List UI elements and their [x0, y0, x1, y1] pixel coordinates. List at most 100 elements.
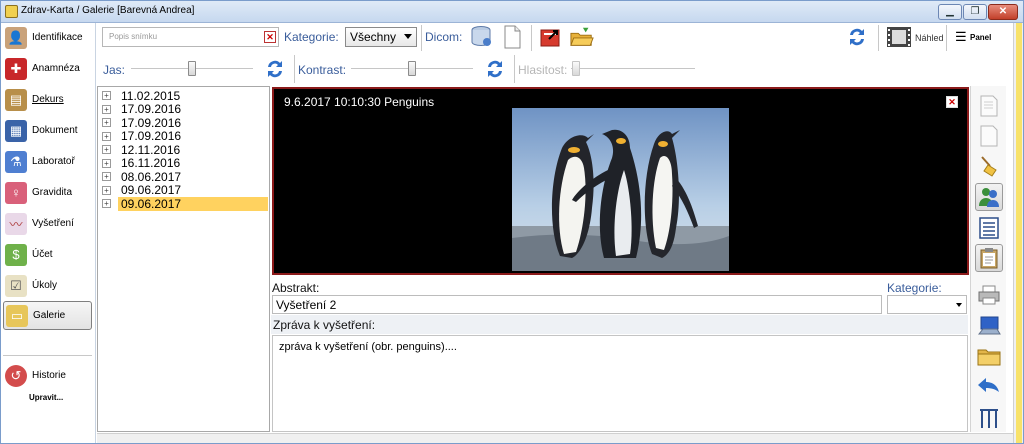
- status-bar: [97, 433, 1013, 443]
- expand-icon[interactable]: +: [102, 131, 111, 141]
- sidebar: 👤 Identifikace ✚ Anamnéza ▤ Dekurs ▦ Dok…: [1, 23, 96, 443]
- sidebar-item-label: Galerie: [33, 310, 66, 321]
- expand-icon[interactable]: +: [102, 145, 111, 154]
- open-folder-icon[interactable]: [570, 25, 594, 49]
- minimize-button[interactable]: ▁: [938, 4, 962, 20]
- app-window: Zdrav-Karta / Galerie [Barevná Andrea] ▁…: [0, 0, 1024, 444]
- tree-node[interactable]: +16.11.2016: [102, 156, 183, 170]
- tree-node[interactable]: +17.09.2016: [102, 102, 184, 116]
- tree-node-selected[interactable]: +09.06.2017: [102, 196, 268, 211]
- dekurs-icon: ▤: [5, 88, 27, 111]
- note-icon[interactable]: [975, 92, 1003, 120]
- sidebar-item-dokument[interactable]: ▦ Dokument: [3, 116, 92, 145]
- pregnancy-icon: ♀: [5, 181, 27, 204]
- sidebar-item-label: Gravidita: [32, 187, 73, 198]
- side-splitter[interactable]: [1013, 23, 1023, 443]
- sidebar-item-vysetreni[interactable]: 〰 Vyšetření: [3, 209, 92, 238]
- refresh-icon[interactable]: [846, 26, 868, 48]
- preview-label[interactable]: Náhled: [915, 33, 944, 43]
- tree-node-label: 09.06.2017: [118, 196, 268, 211]
- sidebar-item-galerie[interactable]: ▭ Galerie: [3, 301, 92, 330]
- sidebar-item-ucet[interactable]: $ Účet: [3, 240, 92, 269]
- category-select[interactable]: Všechny: [345, 27, 417, 47]
- abstract-field[interactable]: Vyšetření 2: [272, 295, 882, 314]
- expand-icon[interactable]: +: [102, 199, 111, 208]
- restore-button[interactable]: ❐: [963, 4, 987, 20]
- computer-icon[interactable]: [975, 312, 1003, 340]
- menu-icon[interactable]: ☰: [955, 29, 967, 45]
- tree-node[interactable]: +08.06.2017: [102, 169, 184, 184]
- slider-thumb[interactable]: [188, 61, 196, 76]
- expand-icon[interactable]: +: [102, 158, 111, 168]
- sidebar-item-ukoly[interactable]: ☑ Úkoly: [3, 271, 92, 300]
- columns-icon[interactable]: [975, 404, 1003, 432]
- close-image-icon[interactable]: ✕: [946, 96, 958, 108]
- title-bar: Zdrav-Karta / Galerie [Barevná Andrea] ▁…: [1, 1, 1023, 23]
- medkit-icon: ✚: [5, 57, 27, 80]
- clipboard-icon[interactable]: [975, 244, 1003, 272]
- edit-link[interactable]: Upravit...: [29, 393, 63, 402]
- expand-icon[interactable]: +: [102, 118, 111, 127]
- page-icon[interactable]: [500, 25, 524, 49]
- app-icon: [5, 5, 18, 18]
- expand-icon[interactable]: +: [102, 104, 111, 114]
- slider-thumb[interactable]: [408, 61, 416, 76]
- database-icon[interactable]: [470, 25, 494, 49]
- blank-page-icon[interactable]: [975, 122, 1003, 150]
- user-icon: 👤: [5, 26, 27, 49]
- folder-icon[interactable]: [975, 342, 1003, 370]
- clear-search-icon[interactable]: ✕: [264, 31, 276, 43]
- tree-node-label: 08.06.2017: [121, 169, 182, 184]
- sidebar-item-laborator[interactable]: ⚗ Laboratoř: [3, 147, 92, 176]
- sidebar-item-gravidita[interactable]: ♀ Gravidita: [3, 178, 92, 207]
- gallery-icon: ▭: [6, 304, 28, 327]
- tree-node[interactable]: +09.06.2017: [102, 183, 184, 197]
- search-input[interactable]: Popis snímku ✕: [102, 27, 279, 47]
- sidebar-item-historie[interactable]: ↺ Historie: [3, 361, 92, 390]
- list-icon[interactable]: [975, 214, 1003, 242]
- tree-node[interactable]: +12.11.2016: [102, 142, 183, 157]
- date-tree: +11.02.2015 +17.09.2016 +17.09.2016 +17.…: [97, 86, 270, 432]
- report-textarea[interactable]: zpráva k vyšetření (obr. penguins)....: [272, 335, 968, 432]
- reset-brightness-icon[interactable]: [264, 58, 286, 80]
- document-icon: ▦: [5, 119, 27, 142]
- flask-icon: ⚗: [5, 150, 27, 173]
- expand-icon[interactable]: +: [102, 172, 111, 181]
- export-icon[interactable]: [539, 25, 563, 49]
- close-button[interactable]: ✕: [988, 4, 1018, 20]
- tree-node-label: 12.11.2016: [121, 142, 181, 157]
- category-label: Kategorie:: [284, 30, 339, 44]
- tree-node-label: 17.09.2016: [121, 102, 182, 116]
- expand-icon[interactable]: +: [102, 91, 111, 100]
- abstract-label: Abstrakt:: [272, 281, 320, 295]
- splitter-bar[interactable]: [1016, 23, 1022, 443]
- panel-label[interactable]: Panel: [970, 33, 991, 42]
- contrast-slider[interactable]: [351, 59, 473, 79]
- printer-icon[interactable]: [975, 281, 1003, 309]
- broom-icon[interactable]: [975, 152, 1003, 180]
- sidebar-item-anamneza[interactable]: ✚ Anamnéza: [3, 54, 92, 83]
- sidebar-item-label: Úkoly: [32, 280, 58, 291]
- report-value: zpráva k vyšetření (obr. penguins)....: [279, 341, 457, 353]
- tree-node[interactable]: +11.02.2015: [102, 89, 183, 103]
- reset-contrast-icon[interactable]: [484, 58, 506, 80]
- form-category-select[interactable]: [887, 295, 967, 314]
- sidebar-item-label: Dekurs: [32, 94, 64, 105]
- tree-node-label: 16.11.2016: [121, 156, 181, 170]
- film-icon[interactable]: [886, 25, 912, 49]
- abstract-value: Vyšetření 2: [276, 298, 337, 312]
- brightness-slider[interactable]: [131, 59, 253, 79]
- tree-node[interactable]: +17.09.2016: [102, 116, 184, 130]
- expand-icon[interactable]: +: [102, 185, 111, 195]
- sidebar-item-dekurs[interactable]: ▤ Dekurs: [3, 85, 92, 114]
- sidebar-item-identifikace[interactable]: 👤 Identifikace: [3, 23, 92, 52]
- tree-node[interactable]: +17.09.2016: [102, 129, 184, 143]
- window-title: Zdrav-Karta / Galerie [Barevná Andrea]: [21, 5, 195, 16]
- tasks-icon: ☑: [5, 274, 27, 297]
- users-icon[interactable]: [975, 183, 1003, 211]
- back-arrow-icon[interactable]: [975, 372, 1003, 400]
- volume-label: Hlasitost:: [518, 63, 568, 77]
- toolbar-divider: [294, 55, 295, 83]
- penguins-image[interactable]: [512, 108, 729, 271]
- toolbar-divider: [421, 25, 422, 51]
